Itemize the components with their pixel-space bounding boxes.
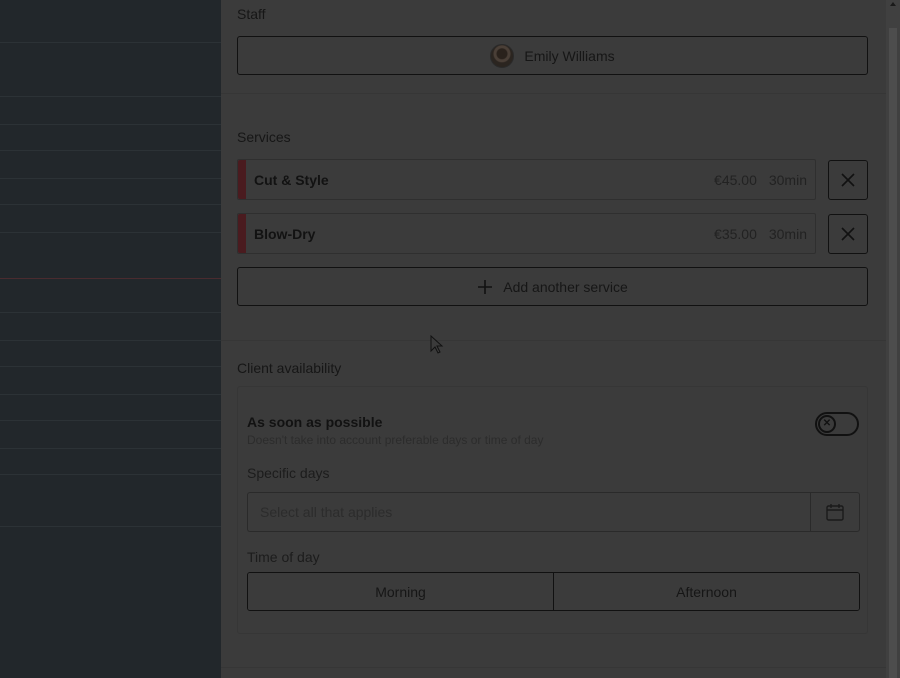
staff-name: Emily Williams <box>524 47 615 64</box>
close-icon <box>841 173 855 187</box>
plus-icon <box>478 279 493 294</box>
section-divider <box>221 667 886 668</box>
calendar-button[interactable] <box>810 492 860 532</box>
staff-section-label: Staff <box>237 6 266 22</box>
availability-card: As soon as possible Doesn't take into ac… <box>237 386 868 634</box>
mouse-cursor-icon <box>430 335 444 354</box>
section-divider <box>221 93 886 94</box>
add-service-button[interactable]: Add another service <box>237 267 868 306</box>
backdrop-row-divider <box>0 232 221 233</box>
backdrop-row-divider <box>0 526 221 527</box>
time-of-day-label: Time of day <box>247 549 320 565</box>
backdrop-row-divider <box>0 178 221 179</box>
backdrop-row-divider <box>0 204 221 205</box>
section-divider <box>221 340 886 341</box>
service-price: €35.00 <box>714 225 757 242</box>
avatar <box>490 43 515 68</box>
service-name: Cut & Style <box>254 171 329 188</box>
backdrop-row-divider <box>0 340 221 341</box>
x-icon: ✕ <box>818 415 836 433</box>
backdrop-row-divider <box>0 366 221 367</box>
service-item[interactable]: Blow-Dry €35.00 30min <box>237 213 816 254</box>
scrollbar-thumb[interactable] <box>889 28 897 678</box>
service-duration: 30min <box>768 225 807 242</box>
services-section-label: Services <box>237 129 291 145</box>
remove-service-button[interactable] <box>828 160 868 200</box>
specific-days-label: Specific days <box>247 465 330 481</box>
staff-select-button[interactable]: Emily Williams <box>237 36 868 75</box>
scrollbar[interactable] <box>886 0 900 678</box>
service-color-stripe <box>238 160 246 199</box>
calendar-icon <box>826 504 844 521</box>
backdrop-row-divider <box>0 312 221 313</box>
close-icon <box>841 227 855 241</box>
appointment-drawer: Staff Emily Williams Services Cut & Styl… <box>221 0 900 678</box>
backdrop-row-divider <box>0 420 221 421</box>
asap-title: As soon as possible <box>247 414 383 430</box>
service-color-stripe <box>238 214 246 253</box>
backdrop-row-divider <box>0 474 221 475</box>
time-of-day-selector: Morning Afternoon <box>247 572 860 611</box>
add-service-label: Add another service <box>503 278 628 295</box>
scroll-up-arrow-icon[interactable] <box>890 2 896 6</box>
asap-subtitle: Doesn't take into account preferable day… <box>247 433 544 447</box>
service-duration: 30min <box>768 171 807 188</box>
specific-days-input[interactable] <box>247 492 811 532</box>
availability-section-label: Client availability <box>237 360 342 376</box>
backdrop-row-divider <box>0 124 221 125</box>
backdrop-current-time-line <box>0 278 221 279</box>
page-backdrop[interactable] <box>0 0 221 678</box>
backdrop-row-divider <box>0 448 221 449</box>
service-item[interactable]: Cut & Style €45.00 30min <box>237 159 816 200</box>
backdrop-row-divider <box>0 96 221 97</box>
backdrop-row-divider <box>0 42 221 43</box>
service-price: €45.00 <box>714 171 757 188</box>
asap-toggle[interactable]: ✕ <box>815 412 859 436</box>
remove-service-button[interactable] <box>828 214 868 254</box>
time-option-morning[interactable]: Morning <box>248 573 553 610</box>
backdrop-row-divider <box>0 150 221 151</box>
backdrop-row-divider <box>0 394 221 395</box>
time-option-afternoon[interactable]: Afternoon <box>553 573 859 610</box>
service-name: Blow-Dry <box>254 225 316 242</box>
